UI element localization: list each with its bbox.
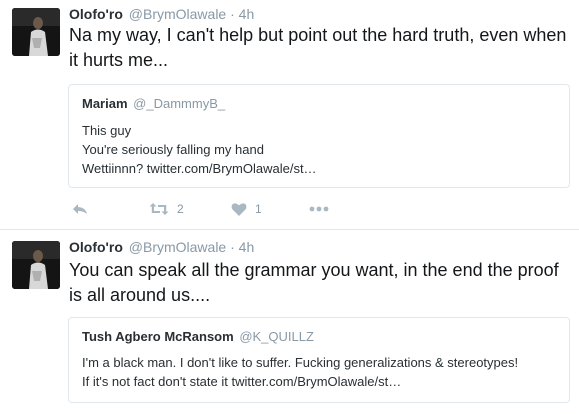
- quoted-author-handle: @_DammmyB_: [133, 96, 226, 111]
- tweet-text: Na my way, I can't help but point out th…: [69, 25, 567, 70]
- heart-icon: [231, 202, 247, 216]
- author-name[interactable]: Olofo'ro: [69, 239, 123, 255]
- timestamp[interactable]: 4h: [239, 6, 255, 22]
- timestamp[interactable]: 4h: [239, 239, 255, 255]
- tweet[interactable]: Olofo'ro @BrymOlawale · 4h You can speak…: [0, 230, 579, 414]
- like-count: 1: [255, 202, 262, 216]
- author-handle[interactable]: @BrymOlawale: [129, 239, 226, 255]
- retweet-count: 2: [177, 202, 184, 216]
- separator: ·: [230, 239, 235, 255]
- reply-button[interactable]: [71, 200, 89, 218]
- like-button[interactable]: 1: [231, 200, 262, 218]
- tweet-actions: 2 1: [69, 200, 369, 218]
- retweet-icon: [149, 203, 169, 215]
- avatar-image: [12, 241, 60, 289]
- quoted-author-handle: @K_QUILLZ: [239, 329, 314, 344]
- avatar-image: [12, 8, 60, 56]
- quoted-author-name: Mariam: [82, 96, 128, 111]
- quoted-text-line: This guy: [82, 123, 132, 138]
- tweet-text: You can speak all the grammar you want, …: [69, 260, 559, 305]
- quoted-tweet[interactable]: Mariam @_DammmyB_ This guy You're seriou…: [68, 84, 570, 188]
- avatar[interactable]: [12, 241, 60, 289]
- author-handle[interactable]: @BrymOlawale: [129, 6, 226, 22]
- quoted-tweet[interactable]: Tush Agbero McRansom @K_QUILLZ I'm a bla…: [68, 317, 570, 403]
- author-name[interactable]: Olofo'ro: [69, 6, 123, 22]
- quoted-text-line: Wettiinnn? twitter.com/BrymOlawale/st…: [82, 161, 317, 176]
- quoted-text-line: I'm a black man. I don't like to suffer.…: [82, 355, 519, 370]
- tweet[interactable]: Olofo'ro @BrymOlawale · 4h Na my way, I …: [0, 0, 579, 230]
- separator: ·: [230, 6, 235, 22]
- avatar[interactable]: [12, 8, 60, 56]
- more-icon: [309, 206, 329, 212]
- more-button[interactable]: [309, 200, 329, 218]
- retweet-button[interactable]: 2: [149, 200, 184, 218]
- quoted-author-name: Tush Agbero McRansom: [82, 329, 234, 344]
- quoted-text-line: You're seriously falling my hand: [82, 142, 264, 157]
- quoted-text-line: If it's not fact don't state it twitter.…: [82, 374, 402, 389]
- reply-icon: [73, 204, 87, 214]
